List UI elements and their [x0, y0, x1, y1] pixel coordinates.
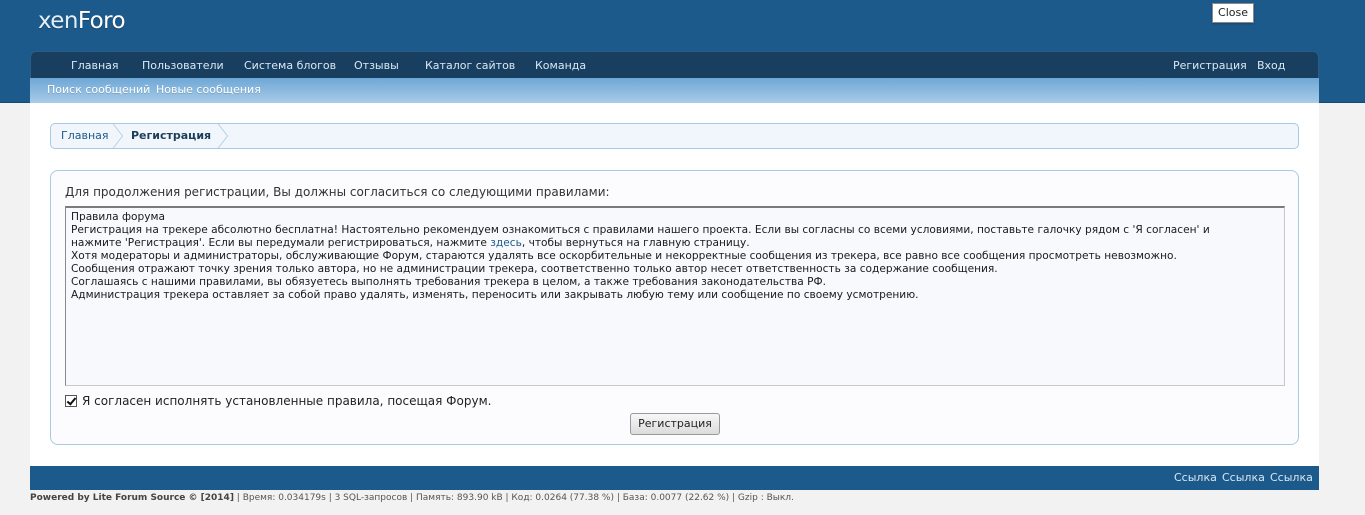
subnav-new-posts[interactable]: Новые сообщения: [156, 78, 261, 103]
form-intro-text: Для продолжения регистрации, Вы должны с…: [65, 185, 610, 199]
rules-line: Соглашаясь с нашими правилами, вы обязуе…: [71, 276, 826, 288]
registration-form: Для продолжения регистрации, Вы должны с…: [50, 170, 1299, 445]
nav-item-reviews[interactable]: Отзывы: [354, 52, 399, 79]
powered-by-label: Powered by Lite Forum Source © [2014]: [30, 493, 234, 503]
main-navigation: Главная Пользователи Система блогов Отзы…: [30, 51, 1319, 78]
breadcrumb-separator-fill: [112, 124, 122, 148]
powered-by-text: Powered by Lite Forum Source © [2014] | …: [30, 493, 794, 507]
agree-checkbox[interactable]: [65, 394, 77, 407]
footer-link[interactable]: Ссылка: [1270, 466, 1313, 490]
close-button[interactable]: Close: [1212, 3, 1254, 23]
nav-item-blogs[interactable]: Система блогов: [244, 52, 336, 79]
rules-line: Хотя модераторы и администраторы, обслуж…: [71, 250, 1177, 262]
nav-item-team[interactable]: Команда: [535, 52, 586, 79]
footer-link[interactable]: Ссылка: [1174, 466, 1217, 490]
rules-textarea[interactable]: Правила форума Регистрация на трекере аб…: [65, 206, 1285, 386]
breadcrumb-current: Регистрация: [131, 129, 212, 142]
rules-line: нажмите 'Регистрация'. Если вы передумал…: [71, 237, 750, 249]
register-submit-button[interactable]: Регистрация: [630, 413, 720, 435]
nav-item-site-catalog[interactable]: Каталог сайтов: [425, 52, 515, 79]
agree-row: Я согласен исполнять установленные прави…: [65, 394, 491, 410]
breadcrumb-end-separator-fill: [217, 124, 227, 148]
footer-bar: Ссылка Ссылка Ссылка: [30, 466, 1319, 490]
site-logo[interactable]: xenForo: [38, 8, 126, 34]
footer-link[interactable]: Ссылка: [1222, 466, 1265, 490]
rules-line: Администрация трекера оставляет за собой…: [71, 289, 919, 301]
nav-item-users[interactable]: Пользователи: [142, 52, 224, 79]
rules-line: Сообщения отражают точку зрения только а…: [71, 263, 998, 275]
subnav-search-posts[interactable]: Поиск сообщений: [47, 78, 150, 103]
rules-line: Регистрация на трекере абсолютно бесплат…: [71, 224, 1210, 236]
breadcrumb-home[interactable]: Главная: [61, 124, 109, 148]
return-home-link[interactable]: здесь: [490, 237, 522, 249]
nav-item-home[interactable]: Главная: [71, 52, 119, 79]
nav-register-link[interactable]: Регистрация: [1173, 52, 1247, 79]
agree-label[interactable]: Я согласен исполнять установленные прави…: [82, 394, 491, 408]
rules-title: Правила форума: [71, 211, 165, 223]
debug-stats: | Время: 0.034179s | 3 SQL-запросов | Па…: [233, 493, 794, 503]
nav-login-link[interactable]: Вход: [1257, 52, 1285, 79]
sub-navigation: Поиск сообщений Новые сообщения: [30, 78, 1319, 103]
breadcrumb: Главная Регистрация: [50, 123, 1299, 149]
